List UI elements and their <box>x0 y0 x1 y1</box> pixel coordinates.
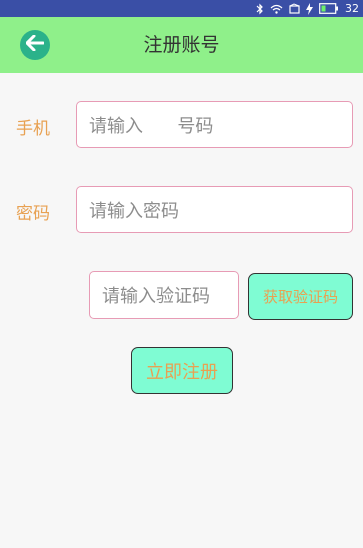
register-button[interactable]: 立即注册 <box>131 347 233 394</box>
arrow-left-icon <box>25 34 45 55</box>
phone-label: 手机 <box>16 119 50 139</box>
get-code-button[interactable]: 获取验证码 <box>248 273 353 320</box>
phone-input[interactable]: 请输入 号码 <box>76 101 353 148</box>
charging-icon <box>306 2 313 15</box>
register-label: 立即注册 <box>146 361 218 383</box>
status-time: 32 <box>345 2 359 15</box>
password-input[interactable]: 请输入密码 <box>76 186 353 233</box>
password-label: 密码 <box>16 204 50 224</box>
password-placeholder: 请输入密码 <box>89 200 179 222</box>
back-button[interactable] <box>20 30 50 60</box>
phone-placeholder: 请输入 号码 <box>89 115 214 137</box>
app-bar: 注册账号 <box>0 17 363 73</box>
verification-code-input[interactable]: 请输入验证码 <box>89 271 239 319</box>
signal-icon <box>289 3 300 14</box>
status-icons: 32 <box>256 0 359 17</box>
get-code-label: 获取验证码 <box>262 288 338 306</box>
page-title: 注册账号 <box>143 34 220 56</box>
code-placeholder: 请输入验证码 <box>102 286 210 307</box>
bluetooth-icon <box>256 3 264 15</box>
battery-icon <box>319 3 339 14</box>
status-bar: 32 <box>0 0 363 17</box>
wifi-icon <box>270 4 283 14</box>
